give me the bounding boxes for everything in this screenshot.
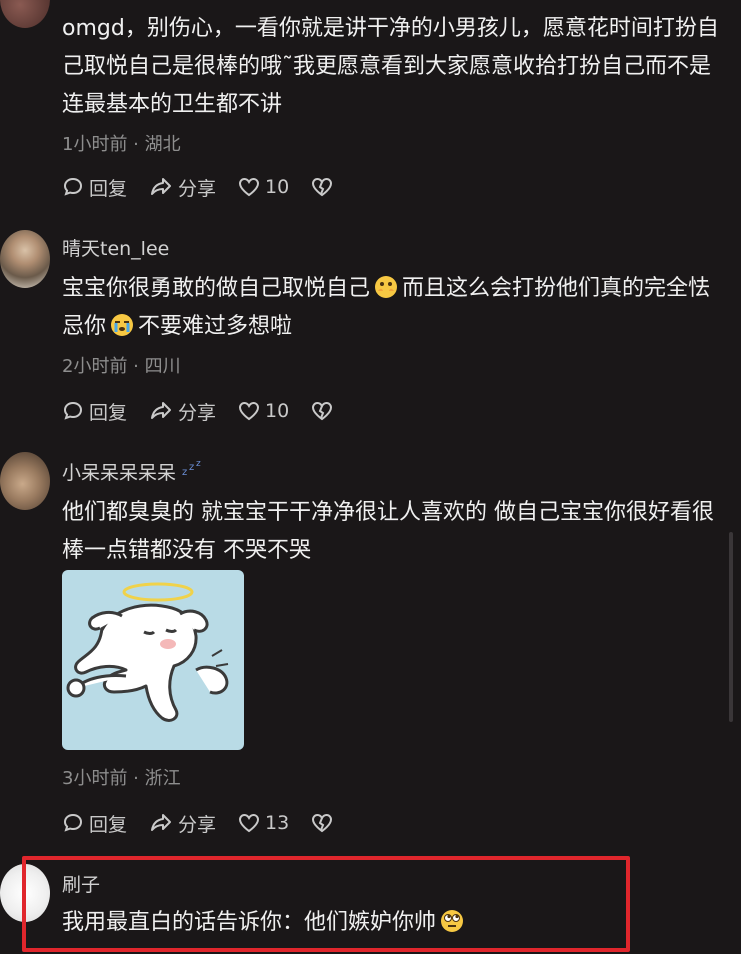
share-icon bbox=[151, 178, 172, 195]
broken-heart-icon bbox=[312, 813, 333, 833]
comment-actions: 回复 分享 13 bbox=[62, 808, 360, 838]
highlight-box bbox=[22, 856, 630, 952]
svg-text:z: z bbox=[196, 459, 201, 469]
share-icon bbox=[151, 814, 172, 831]
like-count: 10 bbox=[265, 176, 290, 198]
reply-label: 回复 bbox=[89, 401, 128, 424]
comment-meta: 3小时前 · 浙江 bbox=[62, 768, 181, 789]
comment-username[interactable]: 晴天ten_lee bbox=[62, 234, 169, 261]
like-button[interactable]: 13 bbox=[238, 812, 289, 834]
reply-label: 回复 bbox=[89, 813, 128, 836]
username-text: 小呆呆呆呆呆 bbox=[62, 462, 177, 484]
like-count: 13 bbox=[265, 812, 290, 834]
hands-over-mouth-emoji bbox=[375, 276, 398, 298]
comment-text: 宝宝你很勇敢的做自己取悦自己 而且这么会打扮他们真的完全怯忌你 不要难过多想啦 bbox=[62, 270, 722, 346]
comment-text: 他们都臭臭的 就宝宝干干净净很让人喜欢的 做自己宝宝你很好看很棒一点错都没有 不… bbox=[62, 500, 714, 563]
comment-actions: 回复 分享 10 bbox=[62, 172, 360, 202]
reply-button[interactable]: 回复 bbox=[62, 174, 127, 201]
angel-dog-illustration bbox=[66, 582, 229, 722]
sleeping-zzz-icon: zzz bbox=[182, 459, 201, 478]
heart-icon bbox=[239, 177, 260, 197]
share-label: 分享 bbox=[178, 813, 217, 836]
dislike-button[interactable] bbox=[311, 177, 338, 197]
comment-actions: 回复 分享 10 bbox=[62, 396, 360, 426]
avatar[interactable] bbox=[0, 230, 50, 288]
heart-icon bbox=[239, 813, 260, 833]
heart-icon bbox=[239, 401, 260, 421]
share-button[interactable]: 分享 bbox=[149, 810, 216, 837]
like-button[interactable]: 10 bbox=[238, 400, 289, 422]
like-count: 10 bbox=[265, 400, 290, 422]
comment-text-part: 宝宝你很勇敢的做自己取悦自己 bbox=[62, 276, 371, 301]
share-button[interactable]: 分享 bbox=[149, 174, 216, 201]
reply-button[interactable]: 回复 bbox=[62, 398, 127, 425]
share-icon bbox=[151, 402, 172, 419]
svg-text:z: z bbox=[182, 467, 187, 477]
share-button[interactable]: 分享 bbox=[149, 398, 216, 425]
avatar[interactable] bbox=[0, 452, 50, 510]
share-label: 分享 bbox=[178, 401, 217, 424]
crying-emoji bbox=[111, 314, 134, 336]
dislike-button[interactable] bbox=[311, 813, 338, 833]
comment-username[interactable]: 小呆呆呆呆呆 zzz bbox=[62, 458, 204, 485]
like-button[interactable]: 10 bbox=[238, 176, 289, 198]
comment-text-part: 不要难过多想啦 bbox=[138, 314, 293, 339]
share-label: 分享 bbox=[178, 177, 217, 200]
dislike-button[interactable] bbox=[311, 401, 338, 421]
svg-text:z: z bbox=[189, 462, 194, 473]
broken-heart-icon bbox=[312, 177, 333, 197]
avatar[interactable] bbox=[0, 0, 50, 28]
reply-icon bbox=[63, 813, 83, 832]
comment-text: omgd，别伤心，一看你就是讲干净的小男孩儿，愿意花时间打扮自己取悦自己是很棒的… bbox=[62, 16, 719, 117]
reply-icon bbox=[63, 177, 83, 196]
reply-button[interactable]: 回复 bbox=[62, 810, 127, 837]
broken-heart-icon bbox=[312, 401, 333, 421]
comment-meta: 1小时前 · 湖北 bbox=[62, 134, 181, 155]
reply-icon bbox=[63, 401, 83, 420]
comment-meta: 2小时前 · 四川 bbox=[62, 356, 181, 377]
reply-label: 回复 bbox=[89, 177, 128, 200]
scrollbar[interactable] bbox=[729, 532, 733, 722]
angel-dog-sticker[interactable] bbox=[62, 570, 244, 750]
